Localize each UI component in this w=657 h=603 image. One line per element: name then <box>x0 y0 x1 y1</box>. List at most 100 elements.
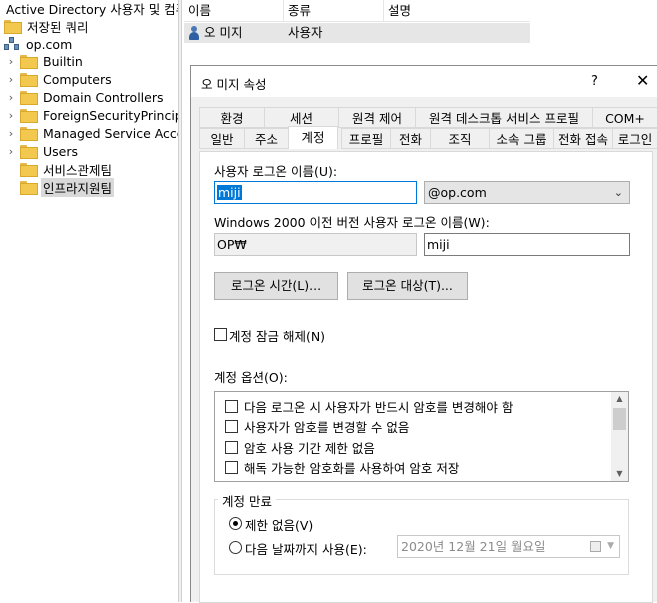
folder-icon <box>20 181 38 195</box>
tree-item-foreign-security-principals[interactable]: › ForeignSecurityPrincipa <box>6 106 178 124</box>
logon-name-input[interactable]: miji <box>214 181 417 204</box>
tab-com-plus[interactable]: COM+ <box>592 107 657 128</box>
tree-item-users[interactable]: › Users <box>6 142 80 160</box>
account-options-list[interactable]: 다음 로그온 시 사용자가 반드시 암호를 변경해야 함 사용자가 암호를 변경… <box>214 391 629 482</box>
scroll-down-icon[interactable]: ▼ <box>611 467 628 481</box>
pre2000-label: Windows 2000 이전 버전 사용자 로그온 이름(W): <box>214 215 490 230</box>
dialog-titlebar[interactable]: 오 미지 속성 ? ✕ <box>191 66 657 97</box>
tree-item-computers[interactable]: › Computers <box>6 70 114 88</box>
tree-item-label: 서비스관제팀 <box>43 162 113 178</box>
account-expires-legend: 계정 만료 <box>218 491 276 510</box>
tree-item-saved-queries[interactable]: 저장된 쿼리 <box>4 17 90 35</box>
tab-rds-profile[interactable]: 원격 데스크톱 서비스 프로필 <box>415 107 593 128</box>
account-option-item[interactable]: 해독 가능한 암호화를 사용하여 암호 저장 <box>225 457 459 477</box>
unlock-account-label: 계정 잠금 해제(N) <box>229 329 326 344</box>
chevron-right-icon[interactable]: › <box>6 109 16 122</box>
scroll-up-icon[interactable]: ▲ <box>611 392 628 406</box>
folder-icon <box>4 20 22 34</box>
tree-item-label: Domain Controllers <box>43 89 164 105</box>
expires-end-of-radio[interactable] <box>229 541 242 554</box>
tree-item-domain-controllers[interactable]: › Domain Controllers <box>6 88 165 106</box>
chevron-right-icon[interactable]: › <box>6 127 16 140</box>
logon-to-button[interactable]: 로그온 대상(T)... <box>347 272 468 300</box>
calendar-icon <box>590 541 601 552</box>
folder-icon <box>20 73 38 87</box>
expiry-date-value: 2020년 12월 21일 월요일 <box>401 539 546 554</box>
pre2000-user-value: miji <box>427 237 450 252</box>
tree-item-label: Builtin <box>43 53 83 69</box>
tree-item-builtin[interactable]: › Builtin <box>6 52 85 70</box>
account-option-checkbox[interactable] <box>225 399 238 413</box>
upn-suffix-value: @op.com <box>428 185 487 200</box>
pre2000-domain-field: OP₩ <box>214 233 417 256</box>
chevron-right-icon[interactable]: › <box>6 145 16 158</box>
tab-profile[interactable]: 프로필 <box>341 128 391 149</box>
list-item[interactable]: 오 미지 사용자 <box>184 23 530 43</box>
upn-suffix-select[interactable]: @op.com ⌄ <box>424 181 630 204</box>
tree-item-label: 인프라지원팀 <box>41 177 115 197</box>
tree-item-infra-support-team[interactable]: 인프라지원팀 <box>20 177 115 197</box>
account-option-checkbox[interactable] <box>225 419 238 433</box>
chevron-right-icon[interactable]: › <box>6 91 16 104</box>
tab-account[interactable]: 계정 <box>288 126 338 149</box>
account-option-checkbox[interactable] <box>225 460 238 474</box>
tab-sessions[interactable]: 세션 <box>264 107 339 128</box>
account-option-item[interactable]: 다음 로그온 시 사용자가 반드시 암호를 변경해야 함 <box>225 396 513 416</box>
tab-dial-in[interactable]: 전화 접속 <box>553 128 613 149</box>
tree-item-label: ForeignSecurityPrincipa <box>43 107 178 123</box>
tab-member-of[interactable]: 소속 그룹 <box>489 128 554 149</box>
expires-never-radio[interactable] <box>229 517 242 530</box>
tab-general[interactable]: 일반 <box>199 128 245 149</box>
dialog-title: 오 미지 속성 <box>201 77 267 92</box>
tab-address[interactable]: 주소 <box>244 128 289 149</box>
tab-telephones[interactable]: 전화 <box>390 128 431 149</box>
pre2000-user-input[interactable]: miji <box>424 233 630 256</box>
pane-splitter[interactable] <box>178 0 182 602</box>
tree-item-service-ops-team[interactable]: 서비스관제팀 <box>20 160 114 178</box>
account-option-checkbox[interactable] <box>225 440 238 454</box>
pre2000-domain-value: OP₩ <box>217 237 247 252</box>
tree-item-managed-service-accounts[interactable]: › Managed Service Acco <box>6 124 178 142</box>
close-button[interactable]: ✕ <box>636 71 649 90</box>
chevron-right-icon[interactable]: › <box>6 73 16 86</box>
account-option-label: 해독 가능한 암호화를 사용하여 암호 저장 <box>244 460 460 476</box>
logon-name-label: 사용자 로그온 이름(U): <box>214 164 338 179</box>
account-option-label: 다음 로그온 시 사용자가 반드시 암호를 변경해야 함 <box>244 399 514 415</box>
tree-root-label: Active Directory 사용자 및 컴퓨 <box>6 1 178 17</box>
tree-item-label: Computers <box>43 71 112 87</box>
tree-root[interactable]: Active Directory 사용자 및 컴퓨 <box>4 0 178 17</box>
tab-logon[interactable]: 로그인 <box>612 128 657 149</box>
folder-icon <box>20 127 38 141</box>
column-header-type[interactable]: 종류 <box>284 0 384 22</box>
expires-never-label: 제한 없음(V) <box>245 518 314 533</box>
folder-icon <box>20 163 38 177</box>
tree-item-label: 저장된 쿼리 <box>27 19 89 35</box>
user-icon <box>188 26 200 40</box>
tab-environment[interactable]: 환경 <box>199 107 265 128</box>
account-option-label: 사용자가 암호를 변경할 수 없음 <box>244 419 410 435</box>
chevron-down-icon: ⌄ <box>613 186 623 199</box>
unlock-account-checkbox[interactable] <box>214 328 227 341</box>
column-header-name[interactable]: 이름 <box>184 0 284 22</box>
tab-remote-control[interactable]: 원격 제어 <box>338 107 416 128</box>
scroll-thumb[interactable] <box>613 408 626 430</box>
tree-item-label: Users <box>43 143 79 159</box>
help-button[interactable]: ? <box>591 74 598 89</box>
list-item-name: 오 미지 <box>204 25 243 40</box>
folder-icon <box>20 91 38 105</box>
logon-hours-button[interactable]: 로그온 시간(L)... <box>214 272 338 300</box>
domain-icon <box>4 37 20 51</box>
folder-icon <box>20 55 38 69</box>
account-options-label: 계정 옵션(O): <box>214 370 288 385</box>
options-scrollbar[interactable]: ▲ ▼ <box>611 392 628 481</box>
tree-item-label: Managed Service Acco <box>43 125 178 141</box>
account-option-item[interactable]: 사용자가 암호를 변경할 수 없음 <box>225 416 409 436</box>
expires-end-of-label: 다음 날짜까지 사용(E): <box>245 542 367 557</box>
tab-organization[interactable]: 조직 <box>430 128 490 149</box>
folder-icon <box>20 109 38 123</box>
chevron-right-icon[interactable]: › <box>6 55 16 68</box>
account-option-item[interactable]: 암호 사용 기간 제한 없음 <box>225 437 375 457</box>
tree-item-domain[interactable]: op.com <box>4 35 74 53</box>
chevron-down-icon: ▼ <box>607 541 614 551</box>
column-header-description[interactable]: 설명 <box>384 0 530 22</box>
